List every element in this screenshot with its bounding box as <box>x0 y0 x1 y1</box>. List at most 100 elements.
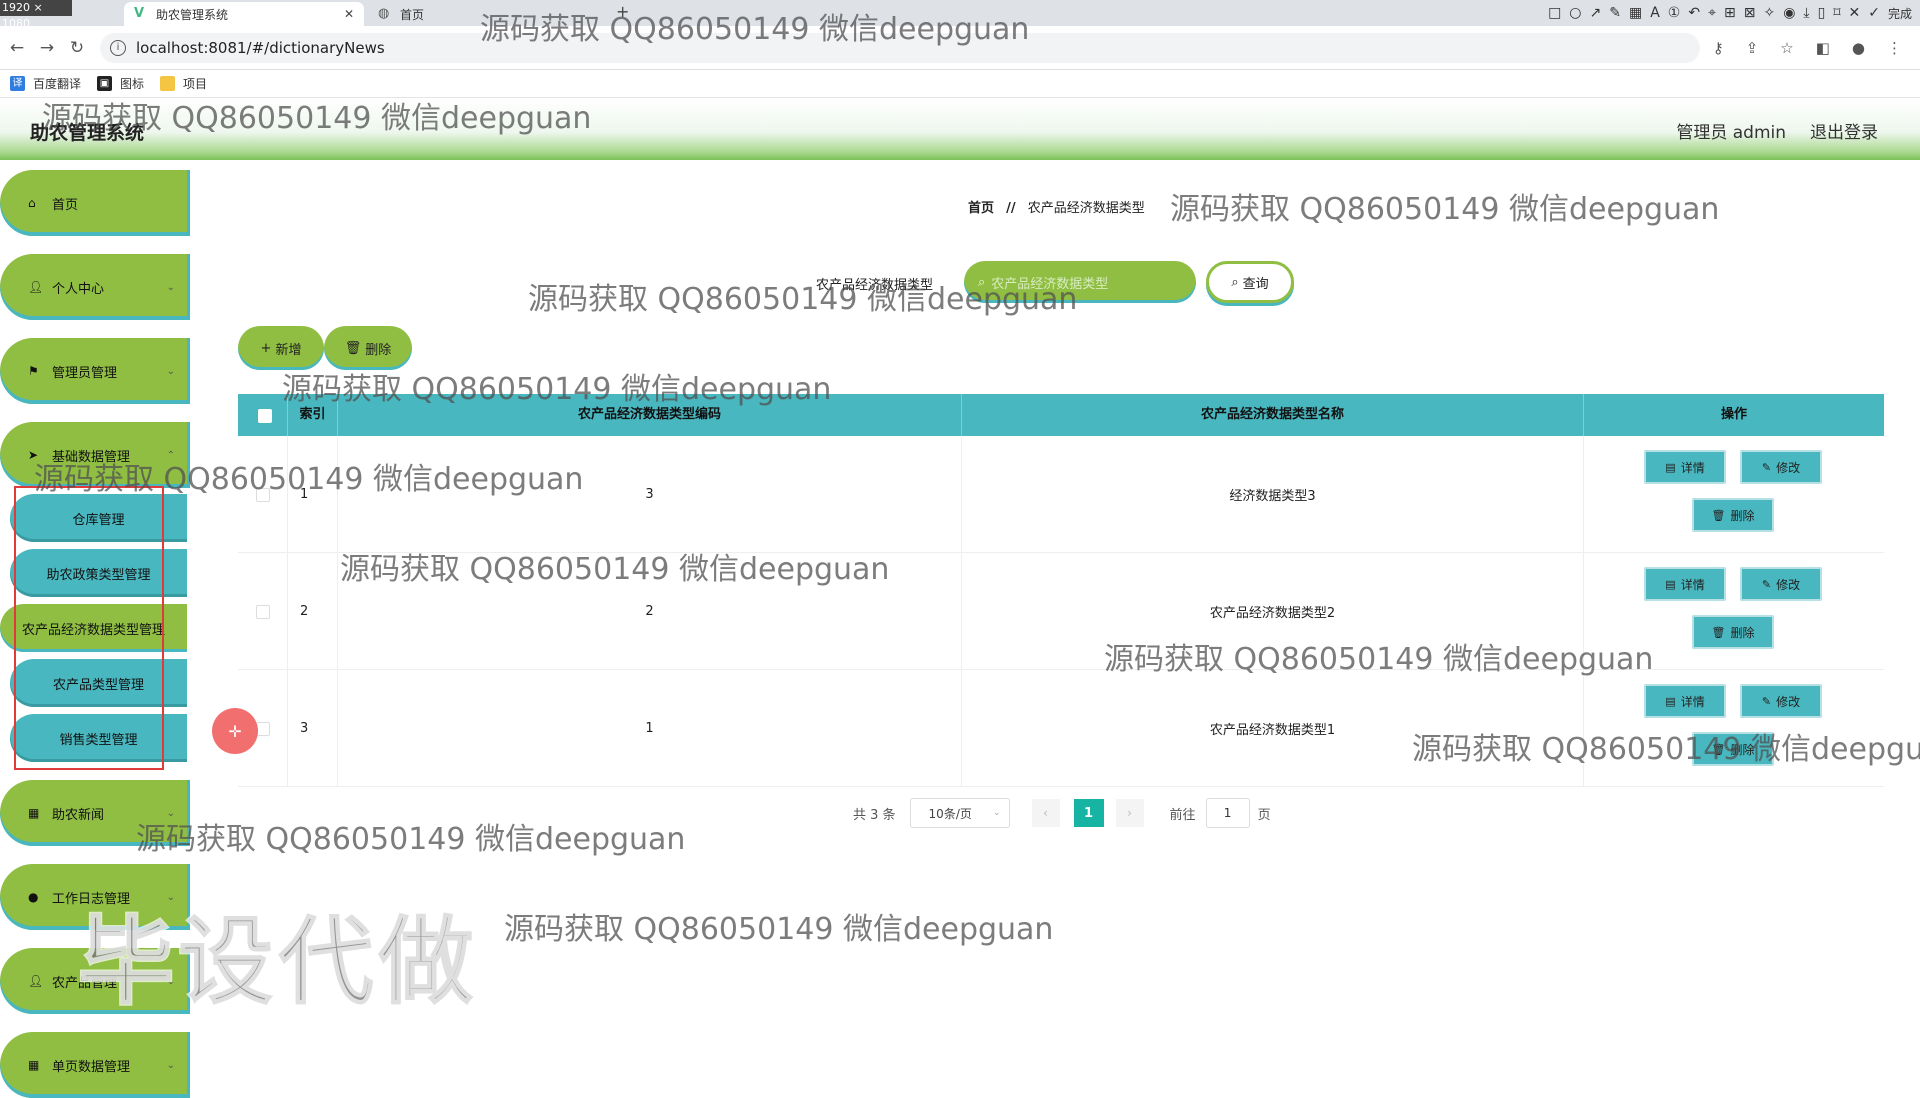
detail-button[interactable]: ▤ 详情 <box>1644 450 1726 484</box>
trash-icon: 🗑︎ <box>1711 508 1726 522</box>
done-label[interactable]: 完成 <box>1888 5 1912 22</box>
sidebar-item-base-data[interactable]: ➤ 基础数据管理 ⌃ <box>0 422 187 488</box>
doc-icon: ▤ <box>1665 577 1676 591</box>
tab-close-icon[interactable]: ✕ <box>344 7 354 21</box>
undo-icon[interactable]: ↶ <box>1688 5 1700 21</box>
pagination: 共 3 条 10条/页 ⌄ ‹ 1 › 前往 1 页 <box>853 798 1271 828</box>
bookmark-project[interactable]: 项目 <box>160 75 207 92</box>
sidebar-item-single-page[interactable]: ▦ 单页数据管理 ⌄ <box>0 1032 187 1098</box>
sidebar-item-news[interactable]: ▦ 助农新闻 ⌄ <box>0 780 187 846</box>
send-icon: ➤ <box>28 448 39 462</box>
row-delete-button[interactable]: 🗑︎ 删除 <box>1692 498 1774 532</box>
ocr-icon[interactable]: ⊞ <box>1724 5 1736 21</box>
edit-button[interactable]: ✎ 修改 <box>1740 450 1822 484</box>
browser-tab-bar: 1920 × 1080 V 助农管理系统 ✕ ◍ 首页 + □ ○ ↗ ✎ ▦ … <box>0 0 1920 30</box>
image-icon: ▣ <box>97 76 113 91</box>
url-text: localhost:8081/#/dictionaryNews <box>136 38 385 57</box>
menu-icon[interactable]: ⋮ <box>1887 39 1902 57</box>
header-select-all[interactable] <box>238 394 288 436</box>
search-input[interactable]: ⌕ 农产品经济数据类型 <box>964 261 1196 303</box>
query-button[interactable]: ⌕ 查询 <box>1206 261 1294 303</box>
number-tool-icon[interactable]: ① <box>1668 5 1681 21</box>
new-tab-icon[interactable]: + <box>616 2 629 21</box>
reload-icon[interactable]: ↻ <box>64 38 90 58</box>
chevron-down-icon: ⌄ <box>993 808 1001 818</box>
cell-index: 1 <box>288 436 338 553</box>
goto-page-input[interactable]: 1 <box>1205 798 1250 828</box>
sidebar-item-admin[interactable]: ⚑ 管理员管理 ⌄ <box>0 338 187 404</box>
app-title: 助农管理系统 <box>30 122 145 144</box>
tab-inactive[interactable]: ◍ 首页 <box>368 2 588 26</box>
url-field[interactable]: i localhost:8081/#/dictionaryNews <box>100 32 1700 63</box>
star-icon[interactable]: ☆ <box>1780 39 1793 57</box>
breadcrumb-home[interactable]: 首页 <box>968 201 994 216</box>
cell-code: 3 <box>338 436 962 553</box>
cell-name: 经济数据类型3 <box>962 436 1584 553</box>
key-icon[interactable]: ⚷ <box>1713 39 1724 57</box>
record-icon[interactable]: ◉ <box>1783 5 1795 21</box>
download-icon[interactable]: ⤓ <box>1803 5 1809 21</box>
chevron-down-icon: ⌄ <box>166 365 175 377</box>
row-delete-button[interactable]: 🗑︎ 删除 <box>1692 615 1774 649</box>
breadcrumb-separator: // <box>1006 201 1016 216</box>
logout-link[interactable]: 退出登录 <box>1810 118 1878 143</box>
row-select[interactable] <box>238 436 288 553</box>
folder-icon <box>160 76 176 91</box>
page-size-select[interactable]: 10条/页 ⌄ <box>909 798 1010 828</box>
rect-tool-icon[interactable]: □ <box>1548 5 1561 21</box>
edit-button[interactable]: ✎ 修改 <box>1740 567 1822 601</box>
pen-tool-icon[interactable]: ✎ <box>1609 5 1621 21</box>
cell-index: 3 <box>288 670 338 787</box>
batch-delete-button[interactable]: 🗑︎ 删除 <box>324 326 412 370</box>
total-count: 共 3 条 <box>853 807 896 823</box>
detail-button[interactable]: ▤ 详情 <box>1644 567 1726 601</box>
breadcrumb: 首页 // 农产品经济数据类型 <box>968 197 1145 216</box>
row-select[interactable] <box>238 553 288 670</box>
row-delete-button[interactable]: 🗑︎ 删除 <box>1692 732 1774 766</box>
check-icon[interactable]: ✓ <box>1868 5 1880 21</box>
cancel-icon[interactable]: ✕ <box>1849 5 1861 21</box>
back-icon[interactable]: ← <box>4 38 30 58</box>
detail-button[interactable]: ▤ 详情 <box>1644 684 1726 718</box>
extension-toolbar: □ ○ ↗ ✎ ▦ A ① ↶ ⌖ ⊞ ⊠ ✧ ◉ ⤓ ▯ ⌑ ✕ ✓ 完成 <box>1548 2 1920 24</box>
sidebar-item-home[interactable]: ⌂ 首页 <box>0 170 187 236</box>
search-icon: ⌕ <box>1231 274 1239 290</box>
sidebar-item-label: 管理员管理 <box>52 365 118 381</box>
grid-icon: ▦ <box>28 806 40 820</box>
magic-icon[interactable]: ✧ <box>1763 5 1775 21</box>
translate-icon[interactable]: ⊠ <box>1744 5 1756 21</box>
row-checkbox[interactable] <box>255 604 270 619</box>
user-icon: 👤︎ <box>28 280 44 294</box>
select-all-checkbox[interactable] <box>258 409 272 423</box>
bookmark-icons[interactable]: ▣ 图标 <box>97 75 144 92</box>
info-icon[interactable]: i <box>110 39 126 56</box>
forward-icon[interactable]: → <box>34 38 60 58</box>
add-button[interactable]: + 新增 <box>238 326 324 370</box>
table-row: 3 1 农产品经济数据类型1 ▤ 详情 ✎ 修改 🗑︎ 删除 <box>238 670 1884 787</box>
sidepanel-icon[interactable]: ◧ <box>1816 39 1830 57</box>
phone-icon[interactable]: ▯ <box>1818 5 1826 21</box>
edit-label: 修改 <box>1776 694 1801 709</box>
text-tool-icon[interactable]: A <box>1650 5 1660 21</box>
prev-page-button[interactable]: ‹ <box>1031 799 1060 827</box>
search-label: 农产品经济数据类型 <box>816 278 934 293</box>
sidebar-item-profile[interactable]: 👤︎ 个人中心 ⌄ <box>0 254 187 320</box>
bookmark-icon[interactable]: ⌑ <box>1833 5 1840 21</box>
trash-icon: 🗑︎ <box>344 340 362 356</box>
tab-active[interactable]: V 助农管理系统 ✕ <box>124 2 364 26</box>
add-button-label: 新增 <box>275 342 302 358</box>
next-page-button[interactable]: › <box>1115 799 1144 827</box>
edit-button[interactable]: ✎ 修改 <box>1740 684 1822 718</box>
header-user-area: 管理员 admin 退出登录 <box>1676 118 1878 143</box>
pin-icon[interactable]: ⌖ <box>1708 5 1716 21</box>
circle-tool-icon[interactable]: ○ <box>1569 5 1581 21</box>
page-number-current[interactable]: 1 <box>1073 799 1104 827</box>
profile-icon[interactable]: ● <box>1852 39 1865 57</box>
cursor-indicator-icon: ✛ <box>212 708 258 754</box>
bookmark-baidu-translate[interactable]: 译 百度翻译 <box>10 75 81 92</box>
share-icon[interactable]: ⇪ <box>1746 39 1759 57</box>
arrow-tool-icon[interactable]: ↗ <box>1590 5 1602 21</box>
row-checkbox[interactable] <box>255 487 270 502</box>
mosaic-tool-icon[interactable]: ▦ <box>1629 5 1642 21</box>
resolution-badge: 1920 × 1080 <box>0 0 72 30</box>
